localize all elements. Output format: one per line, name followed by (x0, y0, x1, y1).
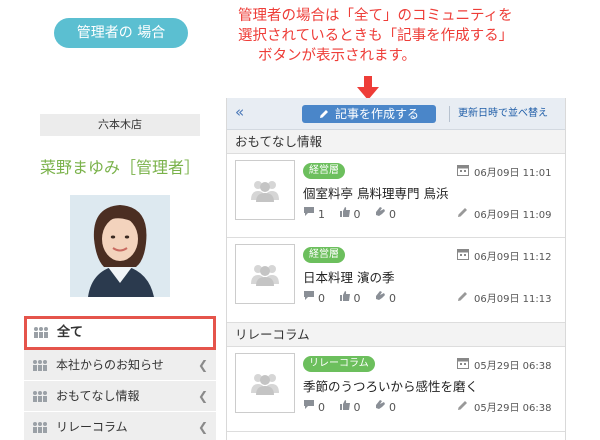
comment-icon (304, 291, 314, 300)
post-title[interactable]: 個室料亭 鳥料理専門 鳥浜 (303, 183, 448, 202)
post-updated-date: 06月09日 11:13 (474, 294, 552, 305)
user-group-icon (251, 374, 279, 395)
nav-item-all[interactable]: 全て (24, 316, 216, 350)
note-line: ボタンが表示されます。 (258, 48, 417, 64)
comment-icon (304, 400, 314, 409)
user-name: 菜野まゆみ［管理者］ (39, 158, 200, 177)
category-badge: 経営層 (303, 163, 345, 179)
chevron-left-icon: ❮ (197, 389, 208, 403)
post-stats: 0 0 0 (303, 290, 406, 305)
people-icon (33, 360, 47, 371)
collapse-icon[interactable]: « (235, 103, 244, 121)
thumbs-up-icon (339, 400, 350, 410)
clap-count: 0 (389, 400, 396, 414)
clap-icon (376, 207, 385, 216)
pencil-icon (458, 208, 467, 217)
section-heading: リレーコラム (227, 323, 565, 347)
store-name: 六本木店 (40, 114, 200, 136)
chevron-left-icon: ❮ (197, 358, 208, 372)
sort-by-updated-link[interactable]: 更新日時で並べ替え (449, 106, 548, 122)
nav-item-relay-column[interactable]: リレーコラム ❮ (24, 412, 216, 440)
people-icon (34, 327, 48, 338)
like-count: 0 (353, 207, 361, 221)
post-thumbnail (235, 353, 295, 413)
clap-count: 0 (389, 207, 396, 221)
calendar-icon (457, 165, 469, 176)
clap-icon (376, 291, 385, 300)
community-nav: 全て 本社からのお知らせ ❮ おもてなし情報 ❮ リレーコラム ❮ (24, 316, 216, 440)
like-count: 0 (353, 400, 361, 414)
pencil-icon (319, 110, 328, 118)
nav-item-hq-news[interactable]: 本社からのお知らせ ❮ (24, 350, 216, 381)
nav-item-label: 本社からのお知らせ (56, 358, 164, 372)
nav-item-label: リレーコラム (56, 420, 128, 434)
thumbs-up-icon (339, 207, 350, 217)
comment-icon (304, 207, 314, 216)
role-badge: 管理者の 場合 (54, 18, 188, 48)
calendar-icon (457, 358, 469, 369)
avatar (70, 195, 170, 297)
list-item[interactable]: 経営層 06月09日 11:01 個室料亭 鳥料理専門 鳥浜 1 0 0 06月… (227, 154, 565, 238)
avatar-photo-icon (70, 195, 170, 297)
post-stats: 0 0 0 (303, 399, 406, 414)
pencil-icon (458, 401, 467, 410)
list-item[interactable]: リレーコラム 05月29日 06:38 季節のうつろいから感性を磨く 0 0 0… (227, 347, 565, 432)
user-group-icon (251, 181, 279, 202)
create-article-label: 記事を作成する (334, 107, 419, 121)
people-icon (33, 422, 47, 433)
user-group-icon (251, 265, 279, 286)
section-heading: おもてなし情報 (227, 130, 565, 154)
people-icon (33, 391, 47, 402)
toolbar: « 記事を作成する 更新日時で並べ替え (227, 98, 565, 130)
annotation-note: 管理者の場合は「全て」のコミュニティを 選択されているときも「記事を作成する」 … (238, 6, 578, 66)
post-thumbnail (235, 160, 295, 220)
thumbs-up-icon (339, 291, 350, 301)
article-panel: « 記事を作成する 更新日時で並べ替え おもてなし情報 経営層 06月09日 1… (226, 98, 566, 440)
post-updated-date: 06月09日 11:09 (474, 210, 552, 221)
create-article-button[interactable]: 記事を作成する (302, 105, 436, 123)
post-stats: 1 0 0 (303, 206, 406, 221)
pencil-icon (458, 292, 467, 301)
post-updated-date: 05月29日 06:38 (474, 403, 552, 414)
list-item[interactable]: 経営層 06月09日 11:12 日本料理 濱の季 0 0 0 06月09日 1… (227, 238, 565, 323)
comment-count: 0 (318, 400, 325, 414)
nav-item-label: 全て (57, 325, 84, 340)
post-date: 06月09日 11:01 (474, 168, 552, 179)
comment-count: 0 (318, 291, 325, 305)
note-line: 選択されているときも「記事を作成する」 (238, 28, 514, 44)
clap-icon (376, 400, 385, 409)
like-count: 0 (353, 291, 361, 305)
post-title[interactable]: 日本料理 濱の季 (303, 267, 394, 286)
post-title[interactable]: 季節のうつろいから感性を磨く (303, 376, 478, 395)
down-arrow-icon (357, 76, 379, 100)
category-badge: リレーコラム (303, 356, 375, 372)
calendar-icon (457, 249, 469, 260)
post-date: 06月09日 11:12 (474, 252, 552, 263)
nav-item-hospitality[interactable]: おもてなし情報 ❮ (24, 381, 216, 412)
comment-count: 1 (318, 207, 325, 221)
clap-count: 0 (389, 291, 396, 305)
post-date: 05月29日 06:38 (474, 361, 552, 372)
chevron-left-icon: ❮ (197, 420, 208, 434)
category-badge: 経営層 (303, 247, 345, 263)
post-thumbnail (235, 244, 295, 304)
nav-item-label: おもてなし情報 (56, 389, 140, 403)
note-line: 管理者の場合は「全て」のコミュニティを (238, 8, 513, 24)
